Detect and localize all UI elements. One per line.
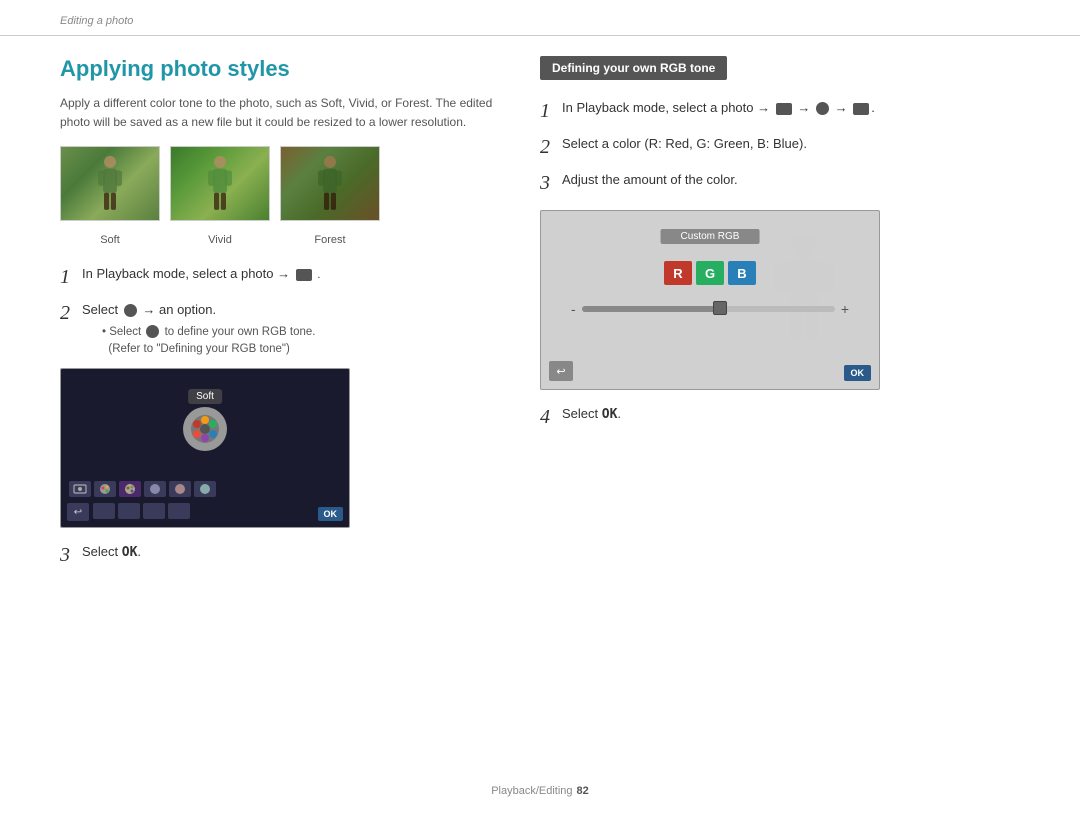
camera-ui-rgb: Custom RGB R G B - +: [540, 210, 880, 390]
photo-soft: [60, 146, 160, 221]
right-step1: 1 In Playback mode, select a photo → → →…: [540, 98, 1020, 124]
left-step3: 3 Select OK.: [60, 542, 500, 568]
ui-icon10: [168, 503, 190, 519]
playback-icon: [296, 269, 312, 281]
rgb-watermark: [759, 231, 849, 355]
rgb-title-bar: Custom RGB: [661, 229, 760, 244]
right-column: Defining your own RGB tone 1 In Playback…: [540, 56, 1020, 578]
photo-caption-row: Soft Vivid Forest: [60, 231, 500, 246]
caption-forest: Forest: [280, 231, 380, 246]
ui-icon6: [194, 481, 216, 497]
rgb-slider-fill: [582, 306, 721, 312]
back-button-rgb[interactable]: ↩: [549, 361, 573, 381]
ui-icon9: [143, 503, 165, 519]
playback-icon-right: [776, 103, 792, 115]
caption-vivid: Vivid: [170, 231, 270, 246]
rgb-slider-row: - +: [571, 301, 849, 317]
rgb-slider-thumb[interactable]: [713, 301, 727, 315]
photo-forest: [280, 146, 380, 221]
ui-icon8: [118, 503, 140, 519]
plus-label: +: [841, 301, 849, 317]
right-step4: 4 Select OK.: [540, 404, 1020, 430]
g-button[interactable]: G: [696, 261, 724, 285]
palette-icon-area: [180, 404, 230, 457]
ui-icon4: [144, 481, 166, 497]
ui-icons-row2: [93, 503, 190, 519]
caption-soft: Soft: [60, 231, 160, 246]
define-rgb-header: Defining your own RGB tone: [540, 56, 727, 80]
content-area: Applying photo styles Apply a different …: [0, 56, 1080, 578]
b-button[interactable]: B: [728, 261, 756, 285]
ui-icon5: [169, 481, 191, 497]
ui-icon2: [94, 481, 116, 497]
ui-icon7: [93, 503, 115, 519]
arrow-icon: .: [317, 267, 320, 284]
soft-label: Soft: [188, 389, 222, 404]
color-wheel-icon: [816, 102, 829, 115]
r-button[interactable]: R: [664, 261, 692, 285]
minus-label: -: [571, 301, 576, 317]
sub-bullet: • Select to define your own RGB tone. (R…: [102, 324, 315, 359]
camera-ui-left: Soft: [60, 368, 350, 528]
breadcrumb: Editing a photo: [0, 0, 1080, 36]
ui-icon3: [119, 481, 141, 497]
photo-vivid: [170, 146, 270, 221]
ui-icon1: [69, 481, 91, 497]
ok-button-rgb[interactable]: OK: [844, 365, 872, 381]
left-step2: 2 Select → an option. • Select to define…: [60, 300, 500, 358]
footer-section: Playback/Editing: [491, 785, 572, 797]
ok-label-left: OK: [122, 545, 138, 560]
photo-row: [60, 146, 500, 221]
right-step2: 2 Select a color (R: Red, G: Green, B: B…: [540, 134, 1020, 160]
ui-icons-row1: [69, 481, 216, 497]
section-title: Applying photo styles: [60, 56, 500, 82]
right-step3: 3 Adjust the amount of the color.: [540, 170, 1020, 196]
footer-page-num: 82: [577, 785, 589, 797]
edit-icon: [853, 103, 869, 115]
ok-button-left[interactable]: OK: [318, 507, 344, 521]
rgb-buttons: R G B: [664, 261, 756, 285]
breadcrumb-text: Editing a photo: [60, 15, 133, 27]
rgb-slider-track[interactable]: [582, 306, 835, 312]
page-container: Editing a photo Applying photo styles Ap…: [0, 0, 1080, 815]
description: Apply a different color tone to the phot…: [60, 94, 500, 132]
page-footer: Playback/Editing 82: [0, 785, 1080, 797]
color-icon-2: [146, 325, 159, 338]
back-button-left[interactable]: ↩: [67, 503, 89, 521]
left-column: Applying photo styles Apply a different …: [60, 56, 500, 578]
palette-icon: [180, 404, 230, 454]
color-icon: [124, 304, 137, 317]
left-step1: 1 In Playback mode, select a photo → .: [60, 264, 500, 290]
ok-label-right: OK: [602, 407, 618, 422]
